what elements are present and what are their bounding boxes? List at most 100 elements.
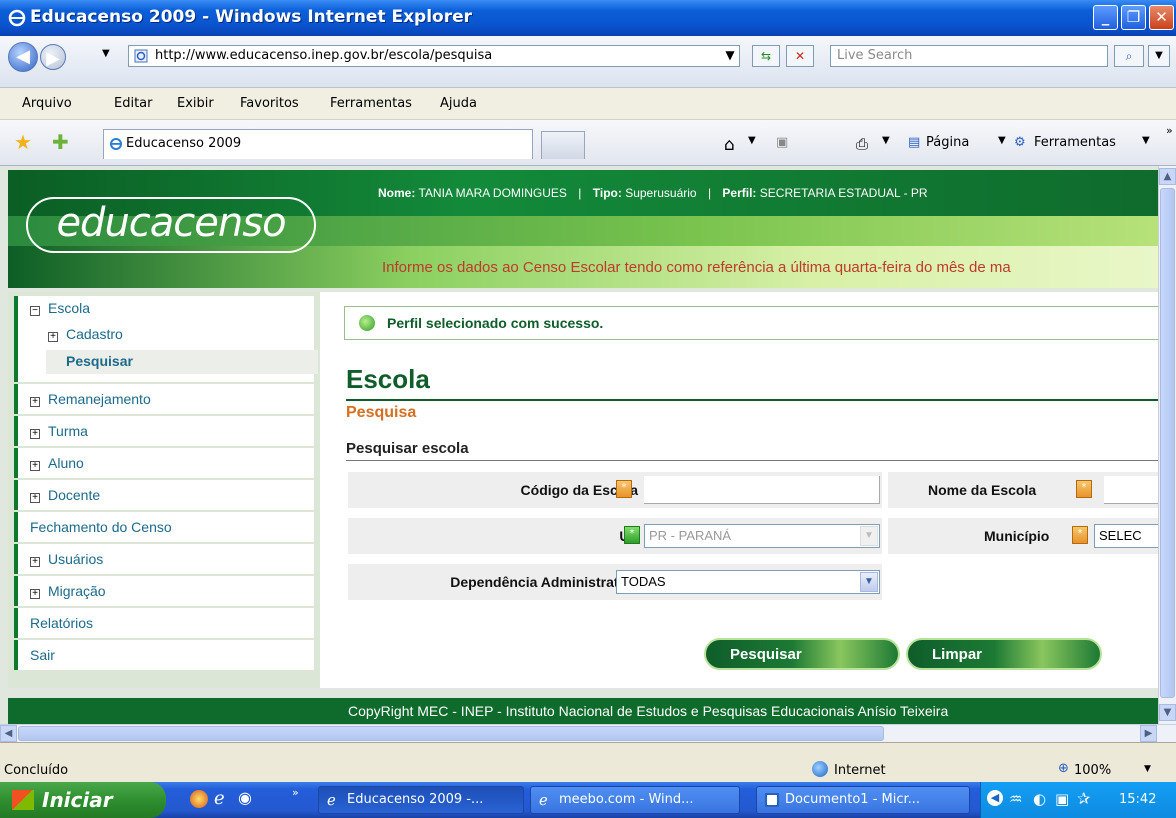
- chevron-down-icon: ▼: [860, 572, 878, 592]
- page-content: educacenso Nome: TANIA MARA DOMINGUES | …: [0, 166, 1158, 724]
- sidebar-item-remanejamento[interactable]: + Remanejamento: [14, 384, 314, 414]
- taskbar-item-documento[interactable]: Documento1 - Micr...: [756, 786, 970, 814]
- uf-select[interactable]: PR - PARANÁ ▼: [644, 524, 880, 548]
- taskbar-item-label: meebo.com - Wind...: [559, 792, 694, 807]
- clock[interactable]: 15:42: [1119, 792, 1156, 807]
- star-tray-icon[interactable]: ✰: [1077, 789, 1090, 808]
- dependencia-select[interactable]: TODAS ▼: [616, 570, 880, 594]
- expand-icon[interactable]: +: [48, 332, 58, 342]
- favorites-star-icon[interactable]: ★: [14, 130, 32, 154]
- scroll-thumb[interactable]: [1160, 188, 1175, 698]
- print-dropdown-icon[interactable]: ▼: [882, 135, 890, 146]
- start-button[interactable]: Iniciar: [0, 782, 166, 818]
- horizontal-scrollbar[interactable]: ◀ ▶: [0, 724, 1176, 742]
- print-icon[interactable]: ⎙: [856, 135, 868, 153]
- menu-ferramentas[interactable]: Ferramentas: [330, 96, 412, 111]
- sidebar-item-migracao[interactable]: + Migração: [14, 576, 314, 606]
- collapse-icon[interactable]: −: [30, 306, 40, 316]
- page-menu[interactable]: Página: [926, 135, 969, 150]
- nome-label: Nome:: [378, 186, 416, 200]
- scroll-right-icon[interactable]: ▶: [1140, 725, 1157, 742]
- taskbar-item-meebo[interactable]: ℯ meebo.com - Wind...: [530, 786, 740, 814]
- sidebar-item-fechamento[interactable]: Fechamento do Censo: [14, 512, 314, 542]
- vertical-scrollbar[interactable]: ▲ ▼: [1158, 166, 1176, 724]
- page-menu-icon: ▤: [908, 135, 921, 150]
- pesquisar-button[interactable]: Pesquisar: [704, 638, 900, 670]
- ie-icon: ℯ: [539, 791, 548, 809]
- home-dropdown-icon[interactable]: ▼: [748, 135, 756, 146]
- sidebar-item-usuarios[interactable]: + Usuários: [14, 544, 314, 574]
- required-icon: *: [624, 526, 640, 544]
- menu-editar[interactable]: Editar: [114, 96, 153, 111]
- codigo-input[interactable]: [644, 476, 880, 504]
- tab-educacenso[interactable]: Educacenso 2009: [103, 129, 533, 159]
- page-dropdown-icon[interactable]: ▼: [998, 135, 1006, 146]
- required-icon: *: [1072, 526, 1088, 544]
- menu-exibir[interactable]: Exibir: [177, 96, 214, 111]
- sidebar-item-label: Migração: [48, 583, 106, 599]
- sidebar-escola[interactable]: − Escola: [30, 300, 90, 316]
- menu-arquivo[interactable]: Arquivo: [22, 96, 72, 111]
- history-dropdown-icon[interactable]: ▼: [102, 48, 110, 59]
- municipio-select[interactable]: SELEC: [1094, 524, 1158, 548]
- close-button[interactable]: ✕: [1149, 5, 1174, 30]
- educacenso-logo[interactable]: educacenso: [26, 197, 316, 253]
- sidebar-item-aluno[interactable]: + Aluno: [14, 448, 314, 478]
- sidebar-item-turma[interactable]: + Turma: [14, 416, 314, 446]
- perfil-label: Perfil:: [722, 186, 757, 200]
- ie-icon: ℯ: [327, 791, 336, 809]
- menu-ajuda[interactable]: Ajuda: [440, 96, 477, 111]
- address-toolbar: ◀ ▶ ▼ http://www.educacenso.inep.gov.br/…: [0, 36, 1176, 88]
- home-icon[interactable]: ⌂: [724, 135, 735, 155]
- menu-favoritos[interactable]: Favoritos: [240, 96, 299, 111]
- stop-icon[interactable]: ✕: [786, 45, 814, 67]
- scroll-left-icon[interactable]: ◀: [0, 725, 17, 742]
- search-icon[interactable]: ⌕: [1114, 45, 1144, 67]
- browser-quicklaunch-icon[interactable]: [190, 790, 208, 808]
- refresh-icon[interactable]: ⇆: [752, 45, 780, 67]
- app-quicklaunch-icon[interactable]: ◉: [238, 788, 252, 807]
- dependencia-value: TODAS: [621, 574, 666, 589]
- network-icon[interactable]: ♒: [1009, 790, 1022, 808]
- ie-tab-icon: [110, 138, 122, 150]
- new-tab-button[interactable]: [541, 131, 585, 159]
- sidebar-item-relatorios[interactable]: Relatórios: [14, 608, 314, 638]
- success-text: Perfil selecionado com sucesso.: [387, 315, 604, 331]
- scroll-up-icon[interactable]: ▲: [1159, 168, 1176, 185]
- tray-expand-icon[interactable]: ◀: [987, 790, 1003, 806]
- feeds-icon[interactable]: ▣: [776, 135, 788, 150]
- chevron-more-icon[interactable]: »: [1166, 124, 1173, 137]
- monitor-icon[interactable]: ▣: [1055, 790, 1069, 808]
- site-header: educacenso Nome: TANIA MARA DOMINGUES | …: [8, 170, 1158, 288]
- uf-value: PR - PARANÁ: [649, 528, 732, 543]
- back-button[interactable]: ◀: [8, 42, 38, 72]
- taskbar-item-educacenso[interactable]: ℯ Educacenso 2009 -...: [318, 786, 524, 814]
- add-favorite-icon[interactable]: ✚: [52, 130, 69, 154]
- sidebar-item-docente[interactable]: + Docente: [14, 480, 314, 510]
- globe-icon: [812, 761, 828, 777]
- search-input[interactable]: Live Search: [830, 45, 1108, 67]
- search-options-icon[interactable]: ▼: [1148, 45, 1170, 67]
- minimize-button[interactable]: _: [1093, 5, 1118, 30]
- quicklaunch-more-icon[interactable]: »: [292, 786, 299, 799]
- limpar-button[interactable]: Limpar: [906, 638, 1102, 670]
- address-dropdown-icon[interactable]: ▼: [720, 45, 740, 67]
- nome-escola-input[interactable]: [1104, 476, 1158, 504]
- sidebar-pesquisar[interactable]: Pesquisar: [46, 350, 318, 374]
- system-tray: ◀ ♒ ◐ ▣ ✰ 15:42: [980, 782, 1176, 818]
- tray-app-icon[interactable]: ◐: [1033, 790, 1046, 808]
- ie-quicklaunch-icon[interactable]: ℯ: [214, 788, 225, 809]
- browser-window: Educacenso 2009 - Windows Internet Explo…: [0, 0, 1176, 818]
- zoom-level[interactable]: 100%: [1074, 763, 1111, 778]
- zoom-dropdown-icon[interactable]: ▼: [1144, 764, 1151, 774]
- sidebar-item-sair[interactable]: Sair: [14, 640, 314, 670]
- forward-button[interactable]: ▶: [40, 44, 66, 70]
- tools-dropdown-icon[interactable]: ▼: [1142, 135, 1150, 146]
- tools-menu[interactable]: Ferramentas: [1034, 135, 1116, 150]
- form-row-codigo: Código da Escola *: [348, 472, 882, 508]
- maximize-button[interactable]: ❐: [1121, 5, 1146, 30]
- sidebar-cadastro[interactable]: + Cadastro: [48, 326, 123, 342]
- scroll-down-icon[interactable]: ▼: [1159, 704, 1176, 721]
- address-field[interactable]: http://www.educacenso.inep.gov.br/escola…: [128, 45, 740, 67]
- scroll-thumb[interactable]: [18, 726, 884, 741]
